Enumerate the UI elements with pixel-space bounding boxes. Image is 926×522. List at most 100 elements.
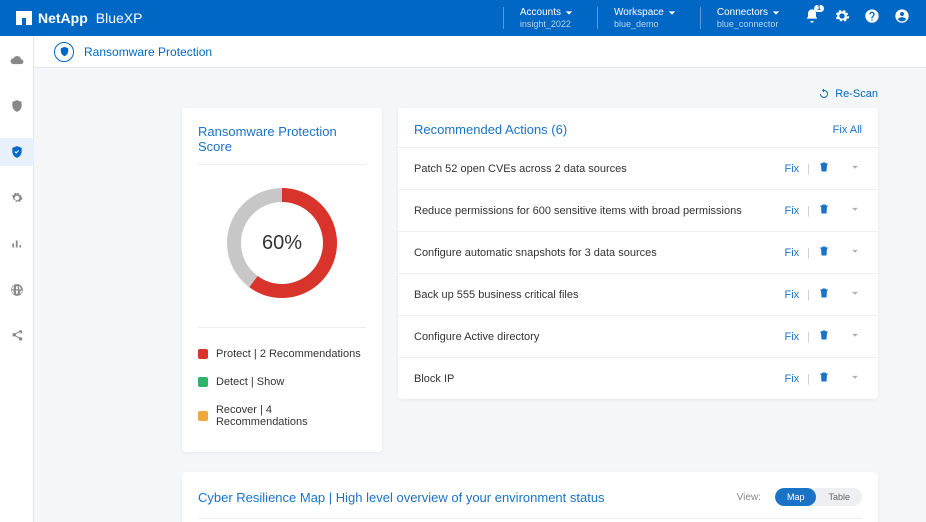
chevron-down-icon bbox=[848, 202, 862, 216]
brand-product: BlueXP bbox=[96, 10, 143, 26]
legend-label: Detect | Show bbox=[216, 376, 284, 388]
legend-dot bbox=[198, 377, 208, 387]
chevron-down-icon bbox=[668, 9, 676, 17]
score-donut: 60% bbox=[222, 183, 342, 303]
sidebar-item-analytics[interactable] bbox=[0, 230, 34, 258]
action-text: Configure automatic snapshots for 3 data… bbox=[414, 247, 784, 259]
trash-icon bbox=[818, 245, 830, 257]
map-card: Cyber Resilience Map | High level overvi… bbox=[182, 472, 878, 522]
accounts-selector[interactable]: Accounts insight_2022 bbox=[503, 7, 573, 30]
user-button[interactable] bbox=[894, 8, 910, 27]
chevron-down-icon bbox=[848, 244, 862, 258]
topbar-actions: 1 bbox=[804, 8, 910, 27]
netapp-logo-icon bbox=[16, 11, 32, 25]
help-icon bbox=[864, 8, 880, 24]
user-icon bbox=[894, 8, 910, 24]
sidebar bbox=[0, 36, 34, 522]
expand-button[interactable] bbox=[838, 286, 862, 303]
fix-button[interactable]: Fix bbox=[784, 205, 799, 217]
notifications-button[interactable]: 1 bbox=[804, 8, 820, 27]
rescan-button[interactable]: Re-Scan bbox=[818, 88, 878, 100]
view-label: View: bbox=[737, 492, 761, 503]
sidebar-item-ransomware[interactable] bbox=[0, 138, 34, 166]
cloud-icon bbox=[10, 53, 24, 67]
trash-icon bbox=[818, 161, 830, 173]
page-title: Ransomware Protection bbox=[84, 45, 212, 59]
delete-button[interactable] bbox=[818, 329, 830, 344]
fix-button[interactable]: Fix bbox=[784, 289, 799, 301]
delete-button[interactable] bbox=[818, 203, 830, 218]
expand-button[interactable] bbox=[838, 244, 862, 261]
brand: NetApp BlueXP bbox=[16, 10, 142, 26]
legend-item[interactable]: Protect | 2 Recommendations bbox=[198, 340, 366, 368]
delete-button[interactable] bbox=[818, 287, 830, 302]
score-card: Ransomware Protection Score 60% Protect … bbox=[182, 108, 382, 452]
globe-icon bbox=[10, 283, 24, 297]
action-text: Reduce permissions for 600 sensitive ite… bbox=[414, 205, 784, 217]
score-percent: 60% bbox=[222, 183, 342, 303]
brand-name: NetApp bbox=[38, 10, 88, 26]
share-icon bbox=[10, 329, 24, 343]
legend-item[interactable]: Recover | 4 Recommendations bbox=[198, 396, 366, 436]
chevron-down-icon bbox=[565, 9, 573, 17]
fix-button[interactable]: Fix bbox=[784, 247, 799, 259]
topbar-context: Accounts insight_2022 Workspace blue_dem… bbox=[503, 7, 910, 30]
map-title: Cyber Resilience Map | High level overvi… bbox=[198, 490, 723, 505]
chevron-down-icon bbox=[848, 328, 862, 342]
trash-icon bbox=[818, 287, 830, 299]
action-text: Patch 52 open CVEs across 2 data sources bbox=[414, 163, 784, 175]
score-title: Ransomware Protection Score bbox=[198, 124, 366, 165]
page-subheader: Ransomware Protection bbox=[34, 36, 926, 68]
settings-button[interactable] bbox=[834, 8, 850, 27]
gear-icon bbox=[834, 8, 850, 24]
fix-button[interactable]: Fix bbox=[784, 163, 799, 175]
connectors-selector[interactable]: Connectors blue_connector bbox=[700, 7, 780, 30]
expand-button[interactable] bbox=[838, 160, 862, 177]
fix-button[interactable]: Fix bbox=[784, 373, 799, 385]
action-row: Configure Active directoryFix| bbox=[398, 316, 878, 358]
chevron-down-icon bbox=[848, 370, 862, 384]
view-table-button[interactable]: Table bbox=[816, 488, 862, 506]
trash-icon bbox=[818, 371, 830, 383]
action-row: Block IPFix| bbox=[398, 358, 878, 399]
legend-item[interactable]: Detect | Show bbox=[198, 368, 366, 396]
expand-button[interactable] bbox=[838, 328, 862, 345]
ransomware-icon bbox=[54, 42, 74, 62]
sidebar-item-extensions[interactable] bbox=[0, 322, 34, 350]
expand-button[interactable] bbox=[838, 370, 862, 387]
action-row: Reduce permissions for 600 sensitive ite… bbox=[398, 190, 878, 232]
sidebar-item-canvas[interactable] bbox=[0, 46, 34, 74]
refresh-icon bbox=[818, 88, 830, 100]
fix-all-button[interactable]: Fix All bbox=[833, 124, 862, 136]
fix-button[interactable]: Fix bbox=[784, 331, 799, 343]
chevron-down-icon bbox=[772, 9, 780, 17]
actions-card: Recommended Actions (6) Fix All Patch 52… bbox=[398, 108, 878, 399]
action-row: Configure automatic snapshots for 3 data… bbox=[398, 232, 878, 274]
expand-button[interactable] bbox=[838, 202, 862, 219]
view-toggle: Map Table bbox=[775, 488, 862, 506]
chevron-down-icon bbox=[848, 286, 862, 300]
help-button[interactable] bbox=[864, 8, 880, 27]
actions-title: Recommended Actions (6) bbox=[414, 122, 567, 137]
delete-button[interactable] bbox=[818, 161, 830, 176]
delete-button[interactable] bbox=[818, 245, 830, 260]
action-text: Configure Active directory bbox=[414, 331, 784, 343]
shield-icon bbox=[10, 99, 24, 113]
delete-button[interactable] bbox=[818, 371, 830, 386]
action-row: Patch 52 open CVEs across 2 data sources… bbox=[398, 148, 878, 190]
sidebar-item-health[interactable] bbox=[0, 276, 34, 304]
gear-small-icon bbox=[10, 191, 24, 205]
trash-icon bbox=[818, 203, 830, 215]
top-bar: NetApp BlueXP Accounts insight_2022 Work… bbox=[0, 0, 926, 36]
view-map-button[interactable]: Map bbox=[775, 488, 817, 506]
legend-label: Recover | 4 Recommendations bbox=[216, 404, 366, 428]
sidebar-item-governance[interactable] bbox=[0, 184, 34, 212]
action-text: Block IP bbox=[414, 373, 784, 385]
workspace-selector[interactable]: Workspace blue_demo bbox=[597, 7, 676, 30]
trash-icon bbox=[818, 329, 830, 341]
sidebar-item-protection[interactable] bbox=[0, 92, 34, 120]
action-text: Back up 555 business critical files bbox=[414, 289, 784, 301]
legend-label: Protect | 2 Recommendations bbox=[216, 348, 361, 360]
shield-check-icon bbox=[10, 145, 24, 159]
notification-badge: 1 bbox=[814, 5, 824, 12]
